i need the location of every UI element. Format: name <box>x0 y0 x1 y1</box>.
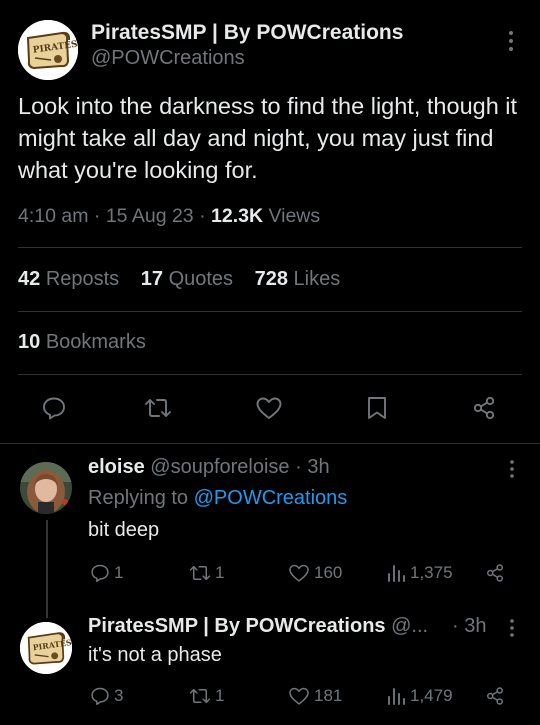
handle[interactable]: @... <box>391 615 428 637</box>
reply-text: bit deep <box>88 519 160 541</box>
reposts-stat[interactable]: 42 Reposts <box>18 268 119 290</box>
avatar[interactable]: PIRATES <box>18 20 78 80</box>
views-label: Views <box>268 205 321 227</box>
more-icon[interactable] <box>504 458 520 480</box>
like-icon <box>289 687 309 705</box>
repost-count: 1 <box>215 686 225 705</box>
like-count: 181 <box>314 686 343 705</box>
likes-count: 728 <box>254 268 288 290</box>
views-icon <box>388 688 405 705</box>
like-count: 160 <box>314 563 343 582</box>
reply-icon <box>91 564 109 582</box>
views-button[interactable]: 1,479 <box>385 685 453 707</box>
repost-button[interactable] <box>143 394 173 422</box>
share-button[interactable] <box>484 562 509 584</box>
quotes-count: 17 <box>140 268 163 290</box>
repost-icon <box>145 399 171 417</box>
more-icon[interactable] <box>500 28 522 54</box>
reply-count: 3 <box>114 686 124 705</box>
reply-button[interactable]: 3 <box>89 685 123 707</box>
reply-header: PiratesSMP | By POWCreations @... <box>88 615 428 638</box>
avatar[interactable]: PIRATES <box>20 622 72 674</box>
tweet-date[interactable]: 15 Aug 23 <box>106 205 194 227</box>
tweet-meta: 4:10 am · 15 Aug 23 · 12.3K Views <box>18 205 321 227</box>
like-button[interactable]: 160 <box>287 562 342 584</box>
like-icon <box>289 564 309 582</box>
display-name[interactable]: eloise <box>88 456 145 478</box>
display-name[interactable]: PiratesSMP | By POWCreations <box>88 615 386 637</box>
replying-to: Replying to @POWCreations <box>88 487 347 510</box>
reply-count: 1 <box>114 563 124 582</box>
divider <box>18 374 522 375</box>
reply-header: eloise @soupforeloise · 3h <box>88 456 330 479</box>
replying-label: Replying to <box>88 487 189 509</box>
thread-line <box>46 520 48 618</box>
tweet-text: Look into the darkness to find the light… <box>18 93 518 183</box>
likes-label: Likes <box>293 268 341 290</box>
main-tweet: PIRATES PiratesSMP | By POWCreations @PO… <box>0 0 540 443</box>
reply-time[interactable]: · 3h <box>295 456 329 478</box>
repost-button[interactable]: 1 <box>188 685 224 707</box>
reposts-label: Reposts <box>45 268 120 290</box>
repost-count: 1 <box>215 563 225 582</box>
reply-icon <box>43 397 65 420</box>
quotes-stat[interactable]: 17 Quotes <box>141 268 233 290</box>
like-button[interactable]: 181 <box>287 685 342 707</box>
like-icon <box>256 397 282 419</box>
repost-button[interactable]: 1 <box>188 562 224 584</box>
views-icon <box>388 565 405 582</box>
bookmarks-stat[interactable]: 10 Bookmarks <box>18 331 146 354</box>
share-icon <box>487 564 503 582</box>
pirates-logo-icon: PIRATES <box>18 20 78 80</box>
replying-to-link[interactable]: @POWCreations <box>194 487 348 509</box>
share-icon <box>473 396 495 420</box>
avatar[interactable] <box>20 462 72 514</box>
likes-stat[interactable]: 728 Likes <box>255 268 341 290</box>
divider <box>18 311 522 312</box>
reply-button[interactable] <box>40 394 68 422</box>
divider <box>0 443 540 444</box>
divider <box>18 247 522 248</box>
share-button[interactable] <box>484 685 509 707</box>
bookmark-icon <box>368 397 386 419</box>
views-count: 1,479 <box>410 686 453 705</box>
views-count: 1,375 <box>410 563 453 582</box>
reply-button[interactable]: 1 <box>89 562 123 584</box>
handle[interactable]: @POWCreations <box>91 47 245 70</box>
more-icon[interactable] <box>504 617 520 639</box>
bookmarks-count: 10 <box>18 331 41 353</box>
reply-time[interactable]: · 3h <box>452 615 486 638</box>
bookmark-button[interactable] <box>364 394 390 422</box>
repost-icon <box>189 565 211 581</box>
views-button[interactable]: 1,375 <box>385 562 453 584</box>
share-button[interactable] <box>470 394 498 422</box>
repost-icon <box>189 688 211 704</box>
share-icon <box>487 687 503 705</box>
bookmarks-label: Bookmarks <box>45 331 146 353</box>
reply-icon <box>91 687 109 705</box>
reply-text: it's not a phase <box>88 644 222 666</box>
handle[interactable]: @soupforeloise <box>150 456 289 478</box>
tweet-time[interactable]: 4:10 am <box>18 205 88 227</box>
reposts-count: 42 <box>18 268 41 290</box>
like-button[interactable] <box>254 394 284 422</box>
display-name[interactable]: PiratesSMP | By POWCreations <box>91 21 403 45</box>
quotes-label: Quotes <box>168 268 234 290</box>
user-photo-icon <box>20 462 72 514</box>
engagement-stats: 42 Reposts 17 Quotes 728 Likes <box>18 268 340 291</box>
views-count: 12.3K <box>211 205 264 227</box>
pirates-logo-icon: PIRATES <box>20 622 72 674</box>
